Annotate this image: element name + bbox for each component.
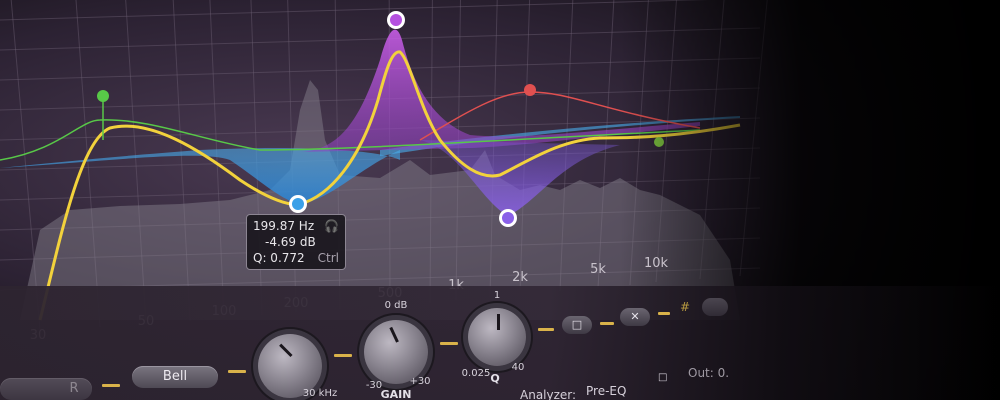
shape-bell-button[interactable]: Bell: [132, 366, 218, 388]
link-button[interactable]: □: [562, 316, 592, 334]
connector-dash: [600, 322, 614, 325]
freq-label-2k: 2k: [512, 270, 528, 285]
connector-dash: [228, 370, 246, 373]
headphones-icon[interactable]: 🎧: [324, 218, 339, 234]
gain-knob[interactable]: [364, 320, 428, 384]
q-knob-top-label: 1: [493, 290, 501, 301]
extra-button[interactable]: [702, 298, 728, 316]
lock-icon[interactable]: □: [658, 372, 667, 383]
gain-knob-title: GAIN: [380, 388, 412, 400]
q-knob[interactable]: [468, 308, 526, 366]
hash-symbol: #: [680, 300, 691, 314]
band-button-partial[interactable]: R: [0, 378, 92, 400]
close-band-button[interactable]: ✕: [620, 308, 650, 326]
q-knob-max-label: 40: [511, 362, 525, 373]
gain-knob-top-label: 0 dB: [384, 300, 408, 311]
connector-dash: [538, 328, 554, 331]
connector-dash: [658, 312, 670, 315]
freq-label-5k: 5k: [590, 262, 606, 277]
tooltip-gain: -4.69 dB: [265, 235, 316, 249]
frequency-knob-label: 30 kHz: [302, 388, 338, 399]
connector-dash: [440, 342, 458, 345]
connector-dash: [334, 354, 352, 357]
close-icon: ✕: [630, 310, 640, 323]
link-icon: □: [571, 318, 583, 331]
connector-dash: [102, 384, 120, 387]
eq-plugin-window: 30 50 100 200 500 1k 2k 5k 10k 199.87 Hz…: [0, 0, 1000, 400]
tooltip-q: Q: 0.772: [253, 251, 305, 265]
freq-label-10k: 10k: [643, 256, 669, 271]
tooltip-frequency: 199.87 Hz: [253, 219, 315, 233]
analyzer-label: Analyzer:: [520, 388, 577, 400]
analyzer-mode-button[interactable]: Pre-EQ: [586, 384, 626, 398]
band-info-tooltip: 199.87 Hz 🎧 -4.69 dB Q: 0.772 Ctrl: [246, 214, 346, 270]
q-knob-title: Q: [490, 372, 500, 385]
tooltip-ctrl-hint: Ctrl: [317, 251, 339, 265]
q-knob-min-label: 0.025: [461, 368, 491, 379]
gain-knob-max-label: +30: [409, 376, 431, 387]
output-label: Out: 0.: [688, 366, 730, 380]
